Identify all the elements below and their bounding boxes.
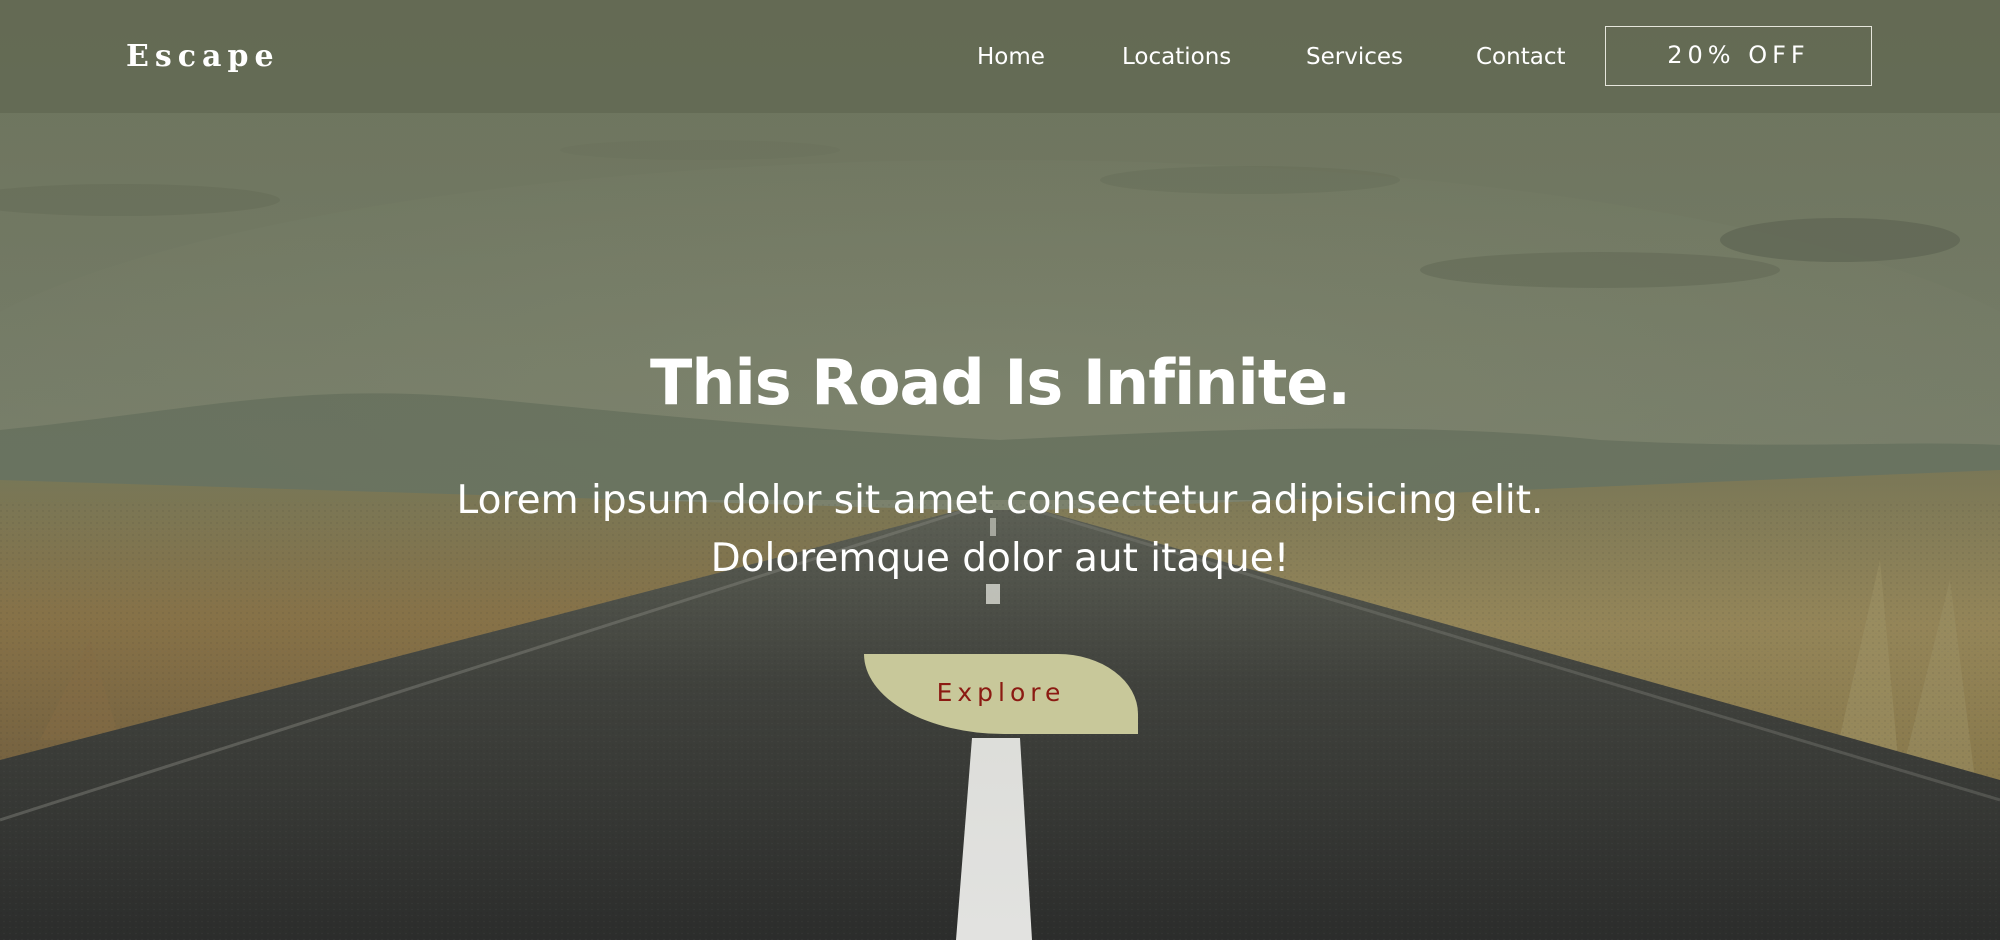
- hero-title: This Road Is Infinite.: [650, 346, 1351, 419]
- top-navigation-bar: Escape Home Locations Services Contact 2…: [0, 0, 2000, 113]
- nav-link-contact[interactable]: Contact: [1476, 40, 1565, 74]
- nav-link-services[interactable]: Services: [1306, 40, 1403, 74]
- discount-offer-button[interactable]: 20% OFF: [1605, 26, 1872, 86]
- hero-description-line-1: Lorem ipsum dolor sit amet consectetur a…: [456, 478, 1544, 523]
- landing-page: Escape Home Locations Services Contact 2…: [0, 0, 2000, 940]
- background-tint-overlay: [0, 0, 2000, 940]
- nav-link-locations[interactable]: Locations: [1122, 40, 1231, 74]
- hero-description: Lorem ipsum dolor sit amet consectetur a…: [400, 472, 1600, 588]
- hero-description-line-2: Doloremque dolor aut itaque!: [710, 536, 1290, 581]
- brand-logo[interactable]: Escape: [126, 38, 280, 76]
- nav-link-home[interactable]: Home: [977, 40, 1045, 74]
